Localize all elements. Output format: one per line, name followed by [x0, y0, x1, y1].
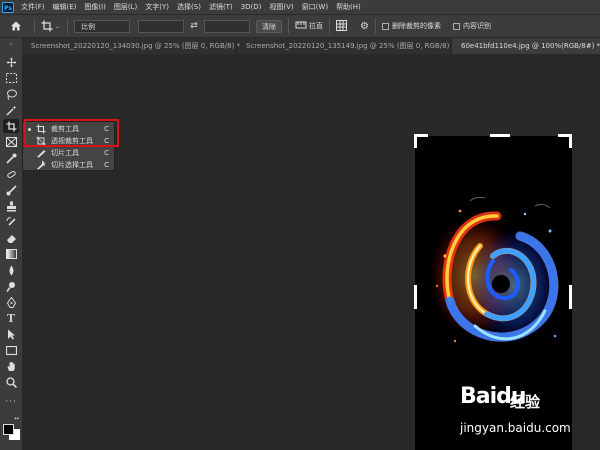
crop-handle-left-middle[interactable] — [414, 285, 417, 309]
watermark-url: jingyan.baidu.com — [460, 421, 571, 435]
content-aware-label[interactable]: 内容识别 — [463, 21, 491, 31]
menu-view[interactable]: 视图(V) — [265, 2, 297, 12]
tools-panel: » T ··· ↔ — [0, 38, 22, 450]
menu-layer[interactable]: 图层(L) — [110, 2, 141, 12]
menu-3d[interactable]: 3D(D) — [237, 3, 266, 11]
annotation-highlight-box — [24, 119, 119, 147]
options-divider — [374, 18, 376, 34]
crop-tool-icon[interactable] — [3, 119, 19, 133]
height-input[interactable] — [204, 19, 250, 33]
crop-handle-top-right[interactable] — [569, 134, 572, 148]
watermark-text: 经验 — [510, 393, 541, 411]
menu-window[interactable]: 窗口(W) — [298, 2, 332, 12]
crop-handle-right-middle[interactable] — [569, 285, 572, 309]
options-divider — [34, 18, 35, 34]
menu-file[interactable]: 文件(F) — [17, 2, 49, 12]
ratio-select[interactable]: 比例 — [74, 19, 130, 33]
more-tools-icon[interactable]: ··· — [3, 395, 19, 409]
overlay-grid-icon[interactable] — [336, 19, 350, 33]
flyout-item-label: 切片工具 — [51, 149, 79, 157]
type-tool-icon[interactable]: T — [3, 311, 19, 325]
swap-icon[interactable]: ⇄ — [184, 21, 204, 31]
crop-tool-preset-icon[interactable]: ⌄ — [41, 20, 61, 32]
lasso-tool-icon[interactable] — [3, 87, 19, 101]
delete-cropped-checkbox[interactable] — [381, 22, 389, 30]
flyout-item-shortcut: C — [104, 149, 109, 157]
options-bar: ⌄ 比例 ⇄ 清除 拉直 ⚙ 删除裁剪的像素 内容识别 — [0, 14, 600, 38]
slice-icon — [36, 148, 47, 158]
clear-button[interactable]: 清除 — [256, 19, 282, 33]
menu-filter[interactable]: 滤镜(T) — [205, 2, 237, 12]
menu-select[interactable]: 选择(S) — [173, 2, 205, 12]
panel-collapse-icon[interactable]: » — [3, 41, 19, 48]
clone-stamp-tool-icon[interactable] — [3, 199, 19, 213]
photoshop-logo: Ps — [2, 1, 14, 13]
eraser-tool-icon[interactable] — [3, 231, 19, 245]
default-colors-icon[interactable] — [4, 416, 10, 431]
menu-bar: Ps 文件(F) 编辑(E) 图像(I) 图层(L) 文字(Y) 选择(S) 滤… — [0, 0, 600, 14]
menu-edit[interactable]: 编辑(E) — [49, 2, 81, 12]
pen-tool-icon[interactable] — [3, 295, 19, 309]
healing-brush-tool-icon[interactable] — [3, 167, 19, 181]
straighten-icon[interactable] — [295, 20, 309, 32]
options-divider — [288, 18, 289, 34]
menu-type[interactable]: 文字(Y) — [141, 2, 173, 12]
swap-colors-icon[interactable]: ↔ — [14, 415, 19, 422]
foreground-color-swatch[interactable] — [3, 424, 14, 435]
rectangle-tool-icon[interactable] — [3, 343, 19, 357]
menu-help[interactable]: 帮助(H) — [332, 2, 365, 12]
marquee-tool-icon[interactable] — [3, 71, 19, 85]
width-input[interactable] — [138, 19, 184, 33]
delete-cropped-label[interactable]: 删除裁剪的像素 — [392, 21, 441, 31]
gear-icon[interactable]: ⚙ — [360, 21, 369, 32]
gradient-tool-icon[interactable] — [3, 247, 19, 261]
tab-document[interactable]: Screenshot_20220120_134030.jpg @ 25% (图层… — [22, 38, 240, 54]
slice-select-icon — [36, 160, 47, 170]
hand-tool-icon[interactable] — [3, 359, 19, 373]
zoom-tool-icon[interactable] — [3, 375, 19, 389]
menu-image[interactable]: 图像(I) — [80, 2, 110, 12]
dodge-tool-icon[interactable] — [3, 279, 19, 293]
home-icon[interactable] — [10, 20, 22, 32]
flyout-item-slice-select[interactable]: 切片选择工具 C — [23, 159, 114, 171]
crop-handle-top-middle[interactable] — [490, 134, 510, 137]
options-divider — [67, 18, 68, 34]
path-selection-tool-icon[interactable] — [3, 327, 19, 341]
document-tabs: Screenshot_20220120_134030.jpg @ 25% (图层… — [22, 38, 600, 54]
tab-document-active[interactable]: 60e41bfd110e4.jpg @ 100%(RGB/8#) * — [452, 38, 600, 54]
move-tool-icon[interactable] — [3, 55, 19, 69]
flyout-item-label: 切片选择工具 — [51, 161, 93, 169]
flyout-item-slice[interactable]: 切片工具 C — [23, 147, 114, 159]
frame-tool-icon[interactable] — [3, 135, 19, 149]
history-brush-tool-icon[interactable] — [3, 215, 19, 229]
straighten-label[interactable]: 拉直 — [309, 21, 323, 31]
options-divider — [329, 18, 330, 34]
content-aware-checkbox[interactable] — [452, 22, 460, 30]
magic-wand-tool-icon[interactable] — [3, 103, 19, 117]
crop-handle-top-left[interactable] — [414, 134, 417, 148]
tab-document[interactable]: Screenshot_20220120_135149.jpg @ 25% (图层… — [237, 38, 455, 54]
eyedropper-tool-icon[interactable] — [3, 151, 19, 165]
blur-tool-icon[interactable] — [3, 263, 19, 277]
brush-tool-icon[interactable] — [3, 183, 19, 197]
flyout-item-shortcut: C — [104, 161, 109, 169]
